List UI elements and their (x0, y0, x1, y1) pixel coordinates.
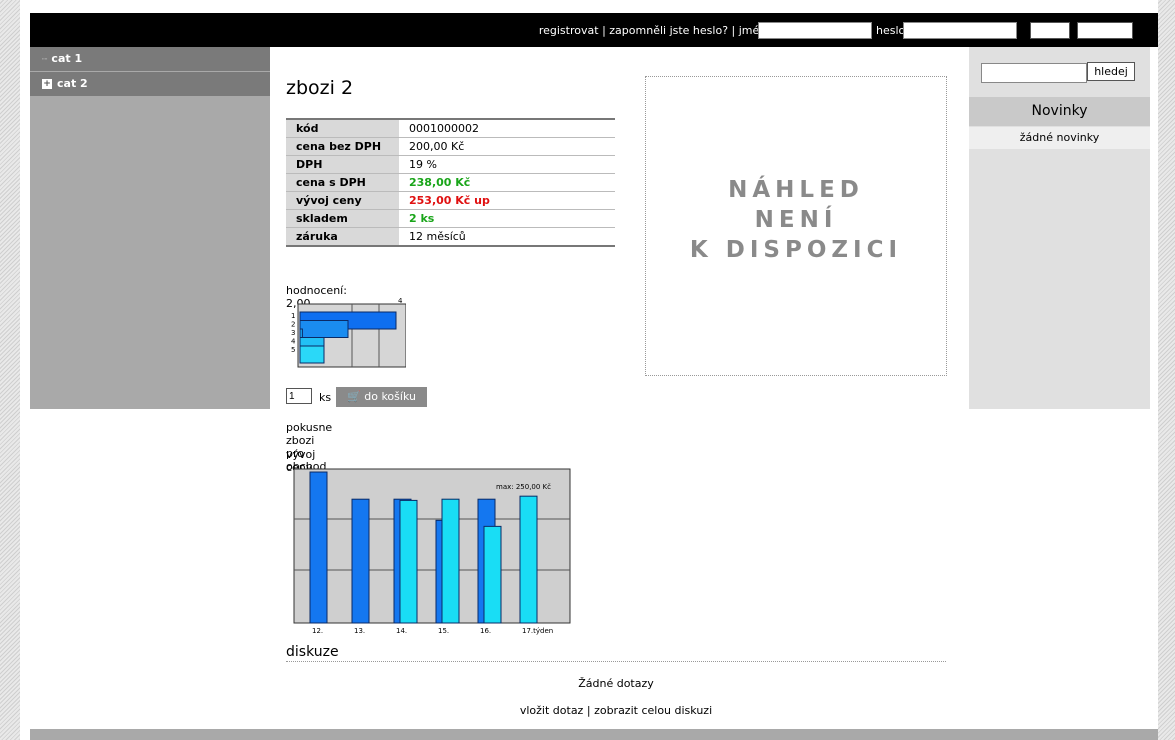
preview-line-2: NENÍ (754, 207, 838, 233)
search-button[interactable]: hledej (1087, 62, 1135, 81)
rating-category-label: 5 (291, 346, 295, 354)
sidebar-item-cat-1[interactable]: ┈ cat 1 (30, 47, 270, 71)
price-bar (351, 498, 370, 624)
param-key: záruka (286, 227, 399, 247)
quantity-unit: ks (319, 391, 332, 404)
discussion-empty-text: Žádné dotazy (578, 677, 654, 690)
param-row: DPH 19 % (286, 155, 615, 174)
rating-chart: 4 12345 (291, 297, 406, 368)
news-heading: Novinky (969, 97, 1150, 126)
price-week-label: 13. (354, 627, 365, 635)
param-key: cena s DPH (286, 173, 399, 192)
account-links: registrovat | zapomněli jste heslo? | jm… (539, 24, 773, 37)
news-empty-text: žádné novinky (969, 127, 1150, 149)
param-key: cena bez DPH (286, 137, 399, 156)
show-discussion-link[interactable]: zobrazit celou diskuzi (594, 704, 712, 717)
param-value: 238,00 Kč (399, 173, 615, 192)
price-week-label: 16. (480, 627, 491, 635)
param-key: kód (286, 119, 399, 138)
separator: | (602, 24, 606, 37)
sidebar-item-cat-2[interactable]: + cat 2 (30, 72, 270, 96)
param-value: 200,00 Kč (399, 137, 615, 156)
quantity-input[interactable] (286, 388, 312, 404)
rating-bar (299, 345, 325, 364)
login-button[interactable]: přihlásit (1077, 22, 1133, 39)
param-key: DPH (286, 155, 399, 174)
price-week-label: 17.týden (522, 627, 553, 635)
product-params-table: kód 0001000002 cena bez DPH 200,00 Kč DPH 19 … (286, 118, 615, 247)
separator: | (586, 704, 591, 717)
expand-plus-icon[interactable]: + (42, 79, 52, 89)
password-input[interactable] (903, 22, 1017, 39)
sidebar-item-label: cat 2 (57, 77, 88, 90)
top-bar: registrovat | zapomněli jste heslo? | jm… (30, 13, 1158, 47)
password-label: heslo (876, 24, 906, 37)
username-input[interactable] (758, 22, 872, 39)
param-value: 19 % (399, 155, 615, 174)
price-bar (519, 495, 538, 624)
param-row: kód 0001000002 (286, 119, 615, 138)
price-bar (441, 498, 460, 624)
param-row: vývoj ceny 253,00 Kč up (286, 191, 615, 210)
right-sidebar: hledej Novinky žádné novinky (969, 47, 1150, 409)
price-week-label: 14. (396, 627, 407, 635)
param-key: vývoj ceny (286, 191, 399, 210)
param-value: 253,00 Kč up (399, 191, 615, 210)
add-question-link[interactable]: vložit dotaz (520, 704, 583, 717)
product-title: zbozi 2 (286, 77, 354, 99)
price-history-chart: max: 250,00 Kč 12. 13. 14. 15. 16. 17.týden (293, 468, 571, 635)
rating-category-label: 1 (291, 312, 295, 320)
tree-line-icon: ┈ (42, 55, 48, 65)
category-sidebar: ┈ cat 1 + cat 2 (30, 47, 270, 409)
register-link[interactable]: registrovat (539, 24, 599, 37)
price-bar (399, 499, 418, 624)
sidebar-item-label: cat 1 (51, 52, 83, 65)
add-to-cart-label: do košíku (364, 390, 416, 403)
param-value: 2 ks (399, 209, 615, 228)
price-week-label: 12. (312, 627, 323, 635)
discussion-heading: diskuze (286, 644, 339, 660)
param-value: 12 měsíců (399, 227, 615, 247)
param-row: záruka 12 měsíců (286, 227, 615, 247)
param-value: 0001000002 (399, 119, 615, 138)
rating-category-label: 3 (291, 329, 295, 337)
rating-category-label: 4 (291, 338, 296, 346)
param-key: skladem (286, 209, 399, 228)
price-chart-max-annotation: max: 250,00 Kč (496, 483, 551, 491)
price-bar (309, 471, 328, 624)
param-row: skladem 2 ks (286, 209, 615, 228)
rating-bar (299, 320, 349, 338)
rating-category-label: 2 (291, 321, 295, 329)
discussion-links: vložit dotaz | zobrazit celou diskuzi (286, 704, 946, 717)
param-row: cena bez DPH 200,00 Kč (286, 137, 615, 156)
left-border-stripe (0, 0, 20, 740)
separator: | (731, 24, 736, 37)
discussion-divider (286, 661, 946, 662)
param-row: cena s DPH 238,00 Kč (286, 173, 615, 192)
preview-line-3: K DISPOZICI (689, 237, 903, 263)
search-input[interactable] (981, 63, 1087, 83)
footer-bar (30, 729, 1158, 740)
price-week-label: 15. (438, 627, 449, 635)
right-border-stripe (1158, 0, 1175, 740)
price-bar (483, 525, 502, 624)
image-preview-placeholder: NÁHLED NENÍ K DISPOZICI (645, 76, 947, 376)
forgot-password-link[interactable]: zapomněli jste heslo? (609, 24, 728, 37)
add-to-cart-button[interactable]: 🛒 do košíku (336, 387, 427, 407)
preview-line-1: NÁHLED (728, 177, 864, 203)
cart-icon: 🛒 (347, 390, 361, 403)
page: registrovat | zapomněli jste heslo? | jm… (20, 0, 1158, 740)
ssl-button[interactable]: SSL (1030, 22, 1070, 39)
